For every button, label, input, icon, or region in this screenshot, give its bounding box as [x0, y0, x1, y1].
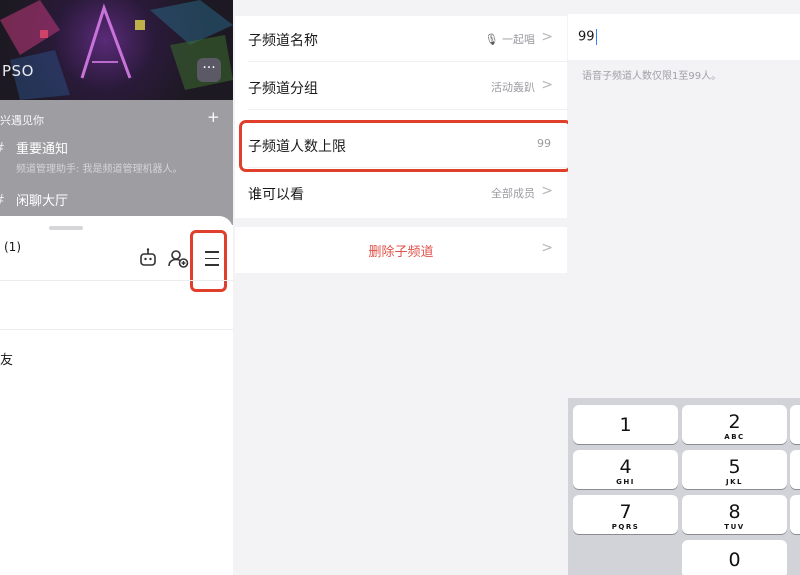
visibility-row[interactable]: 谁可以看 全部成员 >	[235, 170, 567, 216]
subchannel-settings-panel: 子频道名称 🎙 一起唱 > 子频道分组 活动轰趴 > 子频道人数上限 99 谁可…	[233, 0, 568, 575]
member-limit-editor: 99 语音子频道人数仅限1至99人。 1 2 ABC 4 GHI 5 JKL 7…	[568, 0, 800, 575]
row-label: 子频道分组	[248, 81, 318, 97]
chevron-right-icon: >	[541, 77, 553, 93]
key-6[interactable]	[790, 450, 800, 489]
divider	[0, 280, 233, 281]
friend-entry[interactable]: 友	[0, 349, 13, 368]
chevron-right-icon: >	[541, 183, 553, 199]
row-divider	[248, 61, 567, 62]
row-label: 子频道名称	[248, 33, 318, 49]
key-8[interactable]: 8 TUV	[682, 495, 787, 534]
channel-group-title: 兴遇见你	[0, 114, 44, 127]
row-value: 🎙 一起唱	[484, 33, 535, 46]
add-channel-icon[interactable]: +	[207, 108, 220, 126]
subchannel-group-row[interactable]: 子频道分组 活动轰趴 >	[235, 64, 567, 110]
chat-icon: #	[0, 193, 5, 208]
menu-highlight-box	[190, 230, 227, 292]
member-limit-input[interactable]: 99	[568, 14, 800, 60]
divider	[0, 329, 233, 330]
announcement-icon: #	[0, 141, 5, 156]
channel-name: 闲聊大厅	[16, 194, 69, 209]
banner-artwork	[0, 0, 233, 100]
row-divider	[248, 109, 567, 110]
channel-name: 重要通知	[16, 142, 69, 157]
member-limit-highlight-box	[239, 120, 568, 172]
guild-banner: PSO ···	[0, 0, 233, 100]
guild-name: PSO	[2, 62, 34, 80]
chevron-right-icon: >	[541, 29, 553, 45]
add-member-icon[interactable]	[166, 246, 190, 270]
channel-list-overlay: 兴遇见你 + # 重要通知 频道管理助手: 我是频道管理机器人。 # 闲聊大厅	[0, 100, 233, 225]
row-value: 全部成员	[491, 187, 535, 200]
settings-card: 子频道名称 🎙 一起唱 > 子频道分组 活动轰趴 > 子频道人数上限 99 谁可…	[235, 16, 567, 218]
channel-panel: PSO ··· 兴遇见你 + # 重要通知 频道管理助手: 我是频道管理机器人。…	[0, 0, 233, 575]
row-value: 活动轰趴	[491, 81, 535, 94]
limit-hint: 语音子频道人数仅限1至99人。	[582, 71, 722, 82]
channel-preview: 频道管理助手: 我是频道管理机器人。	[16, 164, 183, 175]
sheet-grabber[interactable]	[49, 226, 83, 230]
key-2[interactable]: 2 ABC	[682, 405, 787, 444]
more-dots-icon[interactable]: ···	[197, 58, 221, 82]
key-1[interactable]: 1	[573, 405, 678, 444]
text-caret	[595, 29, 598, 45]
sheet-title: (1)	[4, 240, 21, 254]
key-4[interactable]: 4 GHI	[573, 450, 678, 489]
chevron-right-icon: >	[541, 240, 553, 256]
numeric-keypad: 1 2 ABC 4 GHI 5 JKL 7 PQRS 8 TUV 0	[568, 398, 800, 575]
microphone-icon: 🎙	[484, 33, 499, 46]
key-9[interactable]	[790, 495, 800, 534]
delete-subchannel-button[interactable]: 删除子频道	[235, 241, 567, 260]
key-3[interactable]	[790, 405, 800, 444]
key-7[interactable]: 7 PQRS	[573, 495, 678, 534]
key-0[interactable]: 0	[682, 540, 787, 575]
delete-card: 删除子频道 >	[235, 227, 567, 273]
menu-icon[interactable]	[205, 251, 219, 271]
member-sheet: (1) 友	[0, 216, 233, 575]
subchannel-name-row[interactable]: 子频道名称 🎙 一起唱 >	[235, 16, 567, 62]
row-label: 谁可以看	[248, 187, 304, 203]
input-value[interactable]: 99	[578, 29, 598, 45]
robot-icon[interactable]	[136, 246, 160, 270]
key-5[interactable]: 5 JKL	[682, 450, 787, 489]
